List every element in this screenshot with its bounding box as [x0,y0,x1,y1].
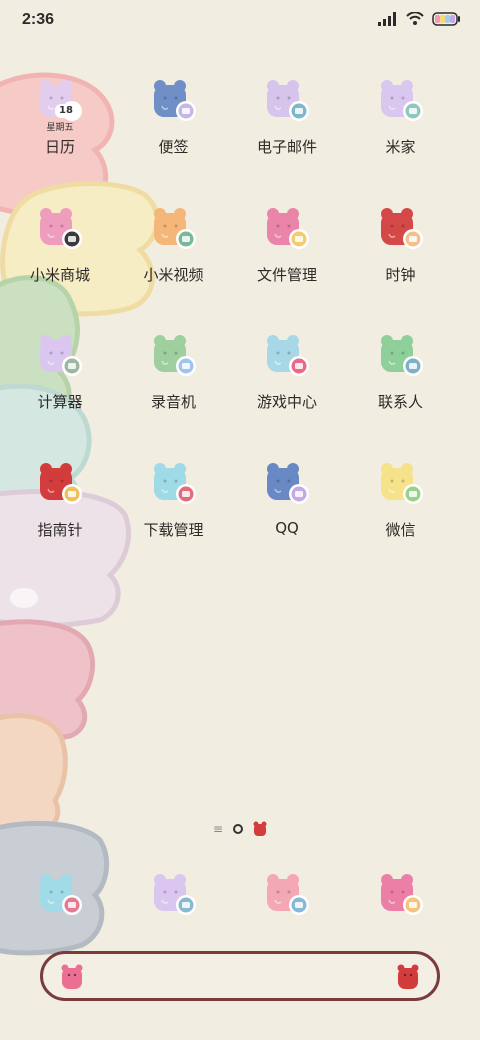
battery-icon [432,12,460,26]
app-icon-wrapper [264,333,310,379]
status-bar: 2:36 [0,0,480,44]
app-qq[interactable]: QQ [227,455,347,575]
dock-app-gallery[interactable] [114,866,234,936]
app-label: 指南针 [37,520,83,539]
dock [0,866,480,936]
app-label: 计算器 [37,393,83,411]
phone-icon [40,874,82,915]
app-icon-wrapper [151,333,197,379]
app-notes[interactable]: 便签 [114,72,234,192]
app-icon-wrapper [37,461,83,507]
page-dot-1[interactable] [233,824,244,834]
clock-icon [380,207,423,249]
signal-icon [378,12,396,26]
app-icon-wrapper [264,206,310,252]
gallery-icon [153,874,196,915]
calendar-date-number: 18 [55,104,77,118]
app-microphone[interactable]: 录音机 [114,327,234,447]
app-label: 小米视频 [143,265,204,284]
app-label: 日历 [44,138,75,156]
app-label: 电子邮件 [256,138,317,156]
download-icon [153,462,196,504]
bear-icon-left [61,964,83,989]
page-dot-bear-icon[interactable] [253,821,267,837]
app-icon-wrapper [37,206,83,252]
dock-app-messages[interactable] [341,866,461,936]
contacts-icon [380,335,423,376]
app-label: 小米商城 [29,265,90,284]
app-label: 文件管理 [256,265,317,284]
mi-store-icon [40,207,82,249]
dock-icon-wrapper [151,872,197,918]
dock-icon-wrapper [37,872,83,918]
app-clock[interactable]: 时钟 [341,200,461,320]
notes-icon [153,80,196,121]
camera-icon [267,874,309,915]
app-icon-wrapper [378,206,424,252]
mijia-icon [380,80,423,121]
dock-app-phone[interactable] [0,866,120,936]
app-label: 录音机 [150,393,196,411]
app-video[interactable]: 小米视频 [114,200,234,320]
app-icon-wrapper [151,461,197,507]
app-icon-wrapper [151,78,197,124]
app-icon-wrapper: 18 [37,78,83,124]
app-icon-wrapper [378,333,424,379]
app-folder[interactable]: 文件管理 [227,200,347,320]
menu-lines-icon[interactable]: ≡ [213,822,223,836]
game-center-icon [267,335,309,376]
dock-icon-wrapper [378,872,424,918]
bear-icon-right [397,964,419,989]
wechat-icon [380,462,423,504]
app-label: 米家 [385,138,416,156]
app-mijia[interactable]: 米家 [341,72,461,192]
app-mi-store[interactable]: 小米商城 [0,200,120,320]
qq-icon [267,462,309,504]
app-email[interactable]: 电子邮件 [227,72,347,192]
app-wechat[interactable]: 微信 [341,455,461,575]
app-label: 联系人 [377,393,423,411]
app-label: 时钟 [385,265,416,284]
dock-app-camera[interactable] [227,866,347,936]
compass-icon [40,462,82,504]
app-icon-wrapper [264,78,310,124]
messages-icon [380,874,423,915]
search-bar[interactable] [40,951,440,1001]
app-icon-wrapper [37,333,83,379]
status-icons [378,12,460,26]
calendar-weekday: 星期五 [46,123,74,133]
page-indicator: ≡ [0,820,480,838]
app-game-center[interactable]: 游戏中心 [227,327,347,447]
app-download[interactable]: 下载管理 [114,455,234,575]
email-icon [267,80,309,121]
app-compass[interactable]: 指南针 [0,455,120,575]
status-time: 2:36 [22,11,55,28]
microphone-icon [153,335,196,376]
wifi-icon [406,12,424,25]
app-label: 下载管理 [143,520,204,539]
app-icon-wrapper [378,78,424,124]
app-icon-wrapper [151,206,197,252]
app-label: 便签 [158,138,189,156]
app-contacts[interactable]: 联系人 [341,327,461,447]
folder-icon [267,207,309,249]
app-label: QQ [275,518,299,537]
app-calculator[interactable]: 计算器 [0,327,120,447]
video-icon [153,207,196,249]
app-icon-wrapper [378,461,424,507]
app-label: 游戏中心 [256,393,317,411]
app-calendar[interactable]: 18 星期五日历 [0,72,120,192]
calculator-icon [40,335,82,376]
app-icon-wrapper [264,461,310,507]
app-label: 微信 [385,520,416,539]
dock-icon-wrapper [264,872,310,918]
